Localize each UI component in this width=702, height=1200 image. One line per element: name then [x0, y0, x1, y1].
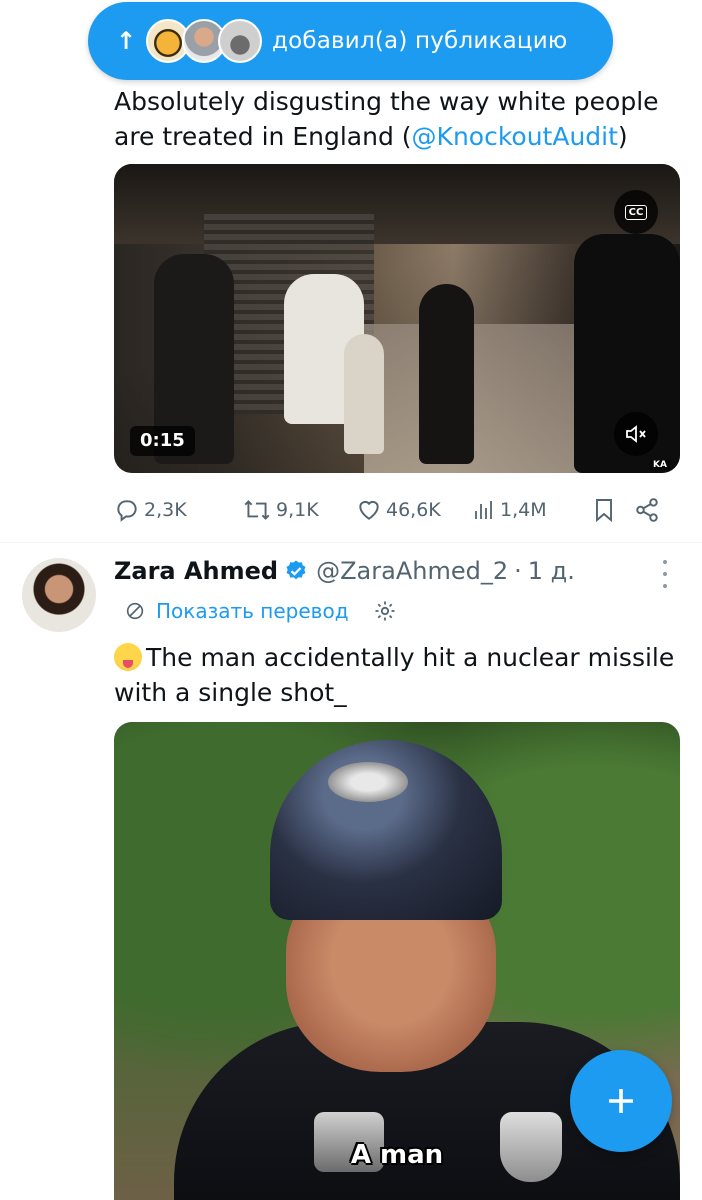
gear-icon[interactable]: [373, 599, 407, 623]
tweet-actions: 2,3K 9,1K 46,6K 1,4M: [114, 490, 674, 530]
toast-label: добавил(а) публикацию: [272, 28, 568, 54]
retweet-button[interactable]: 9,1K: [242, 497, 356, 523]
captions-button[interactable]: CC: [614, 190, 658, 234]
image-helmet-badge: [328, 762, 408, 802]
zany-face-emoji-icon: [114, 643, 142, 671]
avatar: [218, 19, 262, 63]
video-figure: [419, 284, 474, 464]
translate-link[interactable]: Показать перевод: [124, 596, 407, 626]
post-time[interactable]: 1 д.: [528, 557, 575, 585]
bookmark-button[interactable]: [592, 496, 634, 524]
video-watermark: KA: [650, 460, 670, 470]
author-name[interactable]: Zara Ahmed: [114, 557, 278, 585]
compose-button[interactable]: [570, 1050, 672, 1152]
share-icon: [636, 498, 658, 522]
video-figure: [344, 334, 384, 454]
tweet-divider: [0, 542, 702, 543]
retweet-count: 9,1K: [276, 499, 319, 521]
video-player[interactable]: CC 0:15 KA: [114, 164, 680, 473]
reply-icon: [117, 500, 137, 522]
plus-icon: [609, 1089, 633, 1113]
tweet-text: Absolutely disgusting the way white peop…: [114, 84, 684, 154]
tweet-header: Zara Ahmed @ZaraAhmed_2 · 1 д.: [114, 554, 575, 588]
like-count: 46,6K: [386, 499, 441, 521]
translate-label: Показать перевод: [156, 599, 349, 623]
share-button[interactable]: [634, 497, 664, 523]
captions-icon: CC: [624, 204, 648, 220]
mute-button[interactable]: [614, 412, 658, 456]
tweet-text-body: The man accidentally hit a nuclear missi…: [114, 643, 675, 707]
toast-avatars: [146, 19, 262, 63]
avatar[interactable]: [22, 558, 96, 632]
arrow-up-icon: ↑: [116, 27, 137, 55]
header-separator: ·: [514, 557, 522, 585]
tweet-text-tail: ): [617, 122, 628, 151]
author-handle[interactable]: @ZaraAhmed_2: [316, 557, 508, 585]
mention-link[interactable]: @KnockoutAudit: [412, 122, 618, 151]
video-duration: 0:15: [130, 426, 195, 456]
reply-count: 2,3K: [144, 499, 187, 521]
verified-badge-icon: [286, 560, 306, 580]
bookmark-icon: [596, 499, 612, 523]
views-count: 1,4M: [500, 499, 547, 521]
reply-button[interactable]: 2,3K: [114, 497, 242, 523]
like-button[interactable]: 46,6K: [356, 497, 472, 523]
heart-icon: [359, 500, 379, 520]
views-button[interactable]: 1,4M: [472, 497, 592, 523]
more-options-icon[interactable]: [660, 560, 670, 588]
bar-chart-icon: [475, 501, 492, 519]
video-frame-awning: [114, 164, 680, 244]
translate-icon: [126, 602, 144, 620]
speaker-muted-icon: [626, 425, 646, 443]
tweet-text: The man accidentally hit a nuclear missi…: [114, 640, 684, 710]
retweet-icon: [244, 500, 270, 520]
new-posts-toast[interactable]: ↑ добавил(а) публикацию: [88, 2, 613, 80]
